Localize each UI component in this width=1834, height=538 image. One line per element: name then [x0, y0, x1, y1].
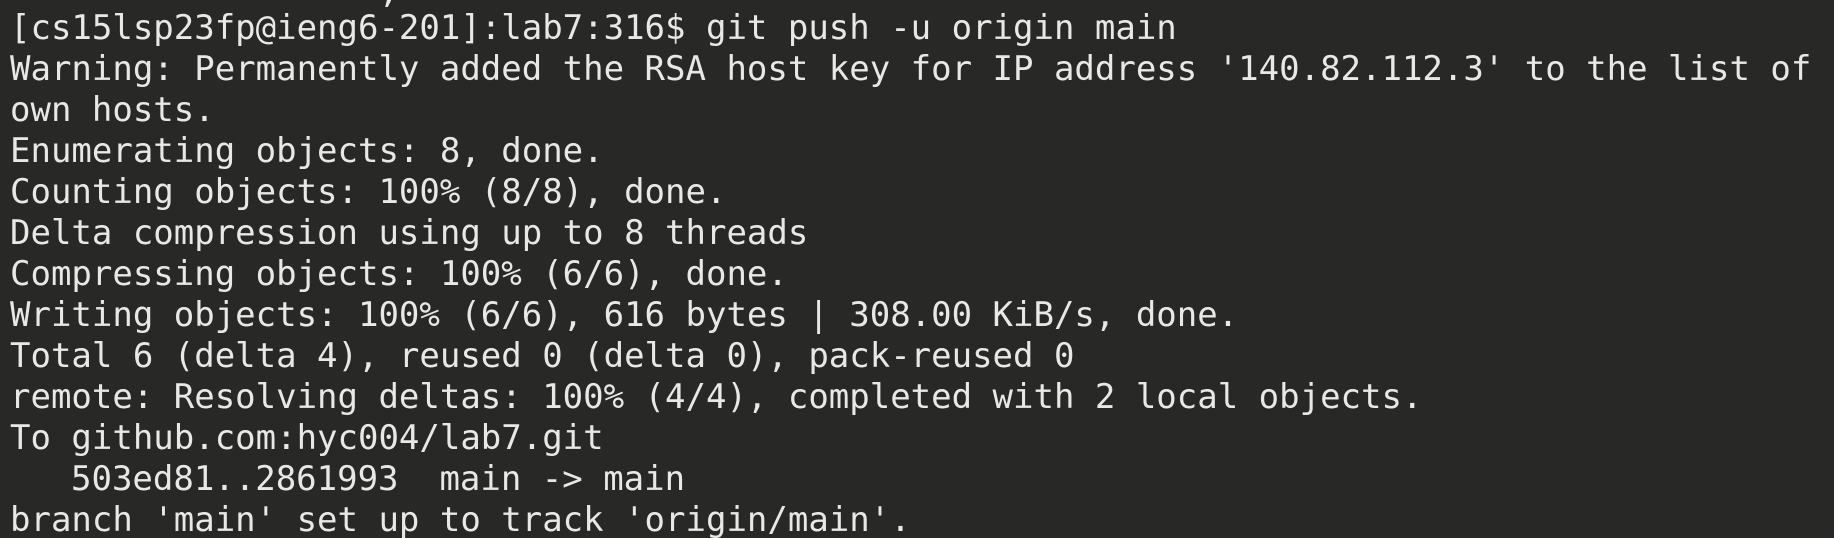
terminal-output: [cs15lsp23fp@ieng6-201]:lab7:316$ git pu…: [10, 8, 1834, 538]
output-line-to: To github.com:hyc004/lab7.git: [10, 418, 604, 458]
output-line-branch: branch 'main' set up to track 'origin/ma…: [10, 500, 911, 538]
output-line-delta: Delta compression using up to 8 threads: [10, 213, 809, 253]
output-line-remote: remote: Resolving deltas: 100% (4/4), co…: [10, 377, 1423, 417]
output-line-warning: Warning: Permanently added the RSA host …: [10, 49, 1834, 89]
output-line-warning-wrap: own hosts.: [10, 90, 215, 130]
command-prompt-line: [cs15lsp23fp@ieng6-201]:lab7:316$ git pu…: [10, 8, 1177, 48]
output-line-writing: Writing objects: 100% (6/6), 616 bytes |…: [10, 295, 1239, 335]
output-line-refs: 503ed81..2861993 main -> main: [71, 459, 686, 499]
output-line-enumerating: Enumerating objects: 8, done.: [10, 131, 604, 171]
output-line-compressing: Compressing objects: 100% (6/6), done.: [10, 254, 788, 294]
terminal-window[interactable]: ; [cs15lsp23fp@ieng6-201]:lab7:316$ git …: [0, 0, 1834, 538]
output-line-total: Total 6 (delta 4), reused 0 (delta 0), p…: [10, 336, 1075, 376]
output-line-counting: Counting objects: 100% (8/8), done.: [10, 172, 727, 212]
